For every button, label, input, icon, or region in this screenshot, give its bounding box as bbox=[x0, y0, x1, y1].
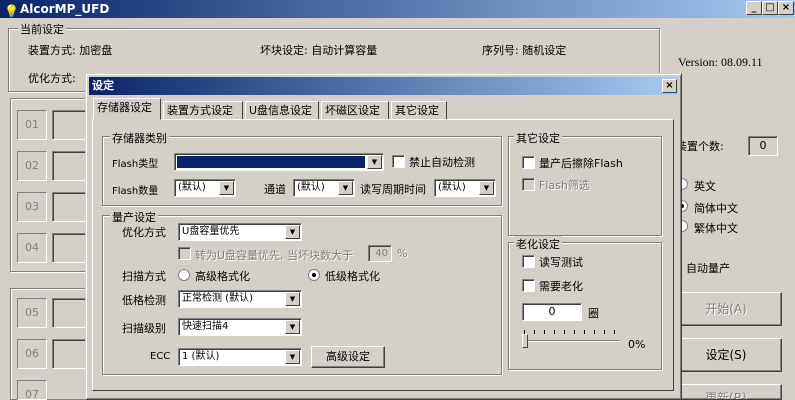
scan-level-select[interactable]: 快速扫描4 ▼ bbox=[178, 318, 302, 336]
aging-progress-track bbox=[524, 340, 620, 342]
aging-slider-thumb[interactable] bbox=[522, 334, 528, 348]
low-check-label: 低格检测 bbox=[122, 294, 166, 307]
port-slot bbox=[52, 192, 86, 222]
badblock-summary: 坏块设定: 自动计算容量 bbox=[260, 44, 378, 57]
aging-cycles-field[interactable]: 0 bbox=[522, 303, 582, 321]
channel-select[interactable]: (默认) ▼ bbox=[293, 179, 355, 197]
production-group-label: 量产设定 bbox=[110, 209, 158, 225]
lang-sc-label: 简体中文 bbox=[694, 202, 738, 215]
version-label: Version: 08.09.11 bbox=[678, 55, 763, 69]
port-04: 04 bbox=[17, 233, 47, 263]
chevron-down-icon[interactable]: ▼ bbox=[367, 155, 382, 169]
tab-storage[interactable]: 存储器设定 bbox=[93, 98, 161, 120]
chevron-down-icon[interactable]: ▼ bbox=[285, 225, 300, 239]
erase-flash-label: 量产后擦除Flash bbox=[539, 157, 623, 170]
maximize-button[interactable]: □ bbox=[762, 1, 778, 15]
flash-type-label: Flash类型 bbox=[112, 159, 159, 170]
rw-test-checkbox[interactable] bbox=[522, 255, 535, 268]
port-slot bbox=[52, 298, 86, 328]
disable-auto-detect-label: 禁止自动检测 bbox=[409, 156, 475, 169]
scan-low-label: 低级格式化 bbox=[325, 270, 380, 283]
optimize-select[interactable]: U盘容量优先 ▼ bbox=[178, 223, 302, 241]
fallback-unit: % bbox=[397, 247, 408, 260]
port-slot bbox=[52, 151, 86, 181]
ecc-label: ECC bbox=[150, 351, 171, 362]
channel-label: 通道 bbox=[264, 183, 286, 196]
rw-cycle-select[interactable]: (默认) ▼ bbox=[434, 179, 496, 197]
aging-group-label: 老化设定 bbox=[514, 236, 562, 252]
app-title: AlcorMP_UFD bbox=[20, 2, 110, 16]
need-aging-checkbox[interactable] bbox=[522, 279, 535, 292]
current-settings-label: 当前设定 bbox=[18, 21, 66, 37]
port-07: 07 bbox=[17, 380, 47, 400]
disable-auto-detect-checkbox[interactable] bbox=[392, 155, 405, 168]
port-02: 02 bbox=[17, 151, 47, 181]
flash-filter-checkbox[interactable] bbox=[522, 178, 535, 191]
serial-summary: 序列号: 随机设定 bbox=[482, 44, 567, 57]
lang-en-label: 英文 bbox=[694, 180, 716, 193]
fallback-percent-field[interactable]: 40 bbox=[368, 245, 392, 262]
storage-group-label: 存储器类别 bbox=[110, 130, 169, 146]
ecc-select[interactable]: 1 (默认) ▼ bbox=[178, 348, 302, 366]
aging-percent: 0% bbox=[628, 338, 646, 351]
scan-high-radio[interactable] bbox=[178, 269, 190, 281]
chevron-down-icon[interactable]: ▼ bbox=[285, 350, 300, 364]
chevron-down-icon[interactable]: ▼ bbox=[285, 320, 300, 334]
low-check-select[interactable]: 正常检测 (默认) ▼ bbox=[178, 290, 302, 308]
flash-count-select[interactable]: (默认) ▼ bbox=[174, 179, 236, 197]
settings-button[interactable]: 设定(S) bbox=[670, 338, 782, 372]
dialog-close-button[interactable]: × bbox=[662, 79, 677, 93]
optimize-label: 优化方式 bbox=[122, 226, 166, 239]
device-count-label: 装置个数: bbox=[676, 140, 724, 153]
flash-filter-label: Flash筛选 bbox=[539, 179, 590, 192]
port-05: 05 bbox=[17, 298, 47, 328]
scan-level-label: 扫描级别 bbox=[122, 322, 166, 335]
chevron-down-icon[interactable]: ▼ bbox=[219, 181, 234, 195]
lang-tc-label: 繁体中文 bbox=[694, 222, 738, 235]
scan-high-label: 高级格式化 bbox=[195, 270, 250, 283]
scan-mode-label: 扫描方式 bbox=[122, 270, 166, 283]
flash-type-select[interactable]: ▼ bbox=[174, 153, 384, 171]
aging-cycles-unit: 圈 bbox=[588, 307, 599, 320]
port-03: 03 bbox=[17, 192, 47, 222]
tab-mode[interactable]: 装置方式设定 bbox=[163, 101, 243, 120]
flash-type-selection bbox=[177, 156, 365, 168]
flash-count-label: Flash数量 bbox=[112, 186, 159, 197]
auto-produce-label: 自动量产 bbox=[686, 262, 730, 275]
tab-other[interactable]: 其它设定 bbox=[391, 101, 447, 120]
update-button[interactable]: 更新(R) bbox=[670, 384, 782, 400]
port-slot bbox=[52, 233, 86, 263]
tab-badblock[interactable]: 坏磁区设定 bbox=[321, 101, 389, 120]
scan-low-radio[interactable] bbox=[308, 269, 320, 281]
port-01: 01 bbox=[17, 110, 47, 140]
need-aging-label: 需要老化 bbox=[539, 280, 583, 293]
dialog-titlebar: 设定 bbox=[89, 77, 678, 95]
advanced-settings-button[interactable]: 高级设定 bbox=[311, 346, 385, 368]
chevron-down-icon[interactable]: ▼ bbox=[285, 292, 300, 306]
aging-progress-ticks bbox=[524, 330, 620, 334]
port-slot bbox=[52, 110, 86, 140]
minimize-button[interactable]: _ bbox=[746, 1, 762, 15]
rw-cycle-label: 读写周期时间 bbox=[360, 183, 426, 196]
close-window-button[interactable]: × bbox=[778, 1, 794, 15]
device-count-field: 0 bbox=[748, 136, 778, 156]
dialog-title: 设定 bbox=[92, 79, 114, 92]
fallback-checkbox[interactable] bbox=[178, 247, 191, 260]
main-titlebar: 💡 AlcorMP_UFD bbox=[0, 0, 795, 18]
start-button[interactable]: 开始(A) bbox=[670, 292, 782, 326]
tab-usb-info[interactable]: U盘信息设定 bbox=[245, 101, 319, 120]
mode-summary: 装置方式: 加密盘 bbox=[28, 44, 113, 57]
chevron-down-icon[interactable]: ▼ bbox=[338, 181, 353, 195]
other-settings-label: 其它设定 bbox=[514, 130, 562, 146]
fallback-label: 转为U盘容量优先, 当坏块数大于 bbox=[195, 249, 354, 262]
chevron-down-icon[interactable]: ▼ bbox=[479, 181, 494, 195]
app-icon: 💡 bbox=[4, 4, 19, 18]
port-06: 06 bbox=[17, 339, 47, 369]
erase-flash-checkbox[interactable] bbox=[522, 156, 535, 169]
port-slot bbox=[52, 339, 86, 369]
optimize-summary: 优化方式: bbox=[28, 72, 76, 85]
rw-test-label: 读写测试 bbox=[539, 256, 583, 269]
